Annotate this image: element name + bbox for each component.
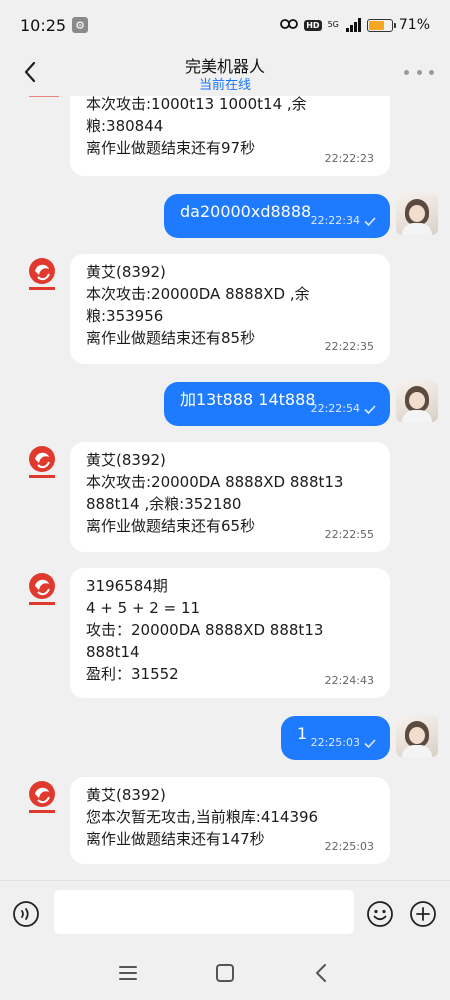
- emoji-button[interactable]: [366, 900, 394, 928]
- message-text: 888t14: [86, 643, 140, 661]
- message-text: 本次攻击:20000DA 8888XD ,余: [86, 285, 310, 303]
- message-bubble[interactable]: 黄艾(8392) 您本次暂无攻击,当前粮库:414396 离作业做题结束还有14…: [70, 777, 390, 864]
- signal-icon: [345, 18, 361, 32]
- message-bubble[interactable]: 黄艾(8392) 本次攻击:20000DA 8888XD ,余 粮:353956…: [70, 254, 390, 364]
- home-square-icon: [216, 964, 234, 982]
- message-input[interactable]: [54, 890, 354, 934]
- message-text: 粮:353956: [86, 307, 164, 325]
- message-text: 本次攻击:20000DA 8888XD 888t13: [86, 473, 344, 491]
- menu-button[interactable]: [115, 960, 141, 986]
- message-time: 22:22:35: [324, 340, 374, 353]
- message-text: 粮:380844: [86, 117, 164, 135]
- bot-avatar[interactable]: [26, 96, 62, 128]
- online-status: 当前在线: [198, 78, 251, 93]
- message-list[interactable]: 本次攻击:1000t13 1000t14 ,余 粮:380844 离作业做题结束…: [0, 96, 450, 880]
- network-type-label: 5G: [327, 20, 339, 29]
- user-avatar[interactable]: [396, 193, 438, 235]
- status-indicators: HD 5G 71%: [280, 16, 430, 34]
- system-nav-bar: [0, 946, 450, 1000]
- message-time: 22:22:34: [311, 210, 376, 232]
- message-time: 22:22:55: [324, 528, 374, 541]
- battery-percent: 71%: [398, 17, 430, 33]
- battery-icon: [366, 18, 396, 32]
- message-time: 22:22:23: [324, 152, 374, 165]
- message-bubble[interactable]: 黄艾(8392) 本次攻击:20000DA 8888XD 888t13 888t…: [70, 442, 390, 552]
- message-bubble[interactable]: 加13t888 14t888 22:22:54: [164, 382, 390, 426]
- check-icon: [364, 738, 376, 748]
- message-text: 攻击：20000DA 8888XD 888t13: [86, 621, 324, 639]
- message-time: 22:25:03: [311, 732, 376, 754]
- bot-avatar[interactable]: [24, 257, 60, 293]
- back-nav-button[interactable]: [308, 960, 334, 986]
- more-button[interactable]: [404, 58, 434, 86]
- voice-icon: [13, 901, 39, 927]
- more-dots-icon: [404, 69, 409, 75]
- message-text: 3196584期: [86, 577, 168, 595]
- voice-button[interactable]: [12, 900, 40, 928]
- link-icon: [280, 16, 299, 34]
- message-bubble[interactable]: 1 22:25:03: [281, 716, 390, 760]
- message-time: 22:22:54: [311, 398, 376, 420]
- home-button[interactable]: [212, 960, 238, 986]
- user-avatar[interactable]: [396, 715, 438, 757]
- settings-icon: ⚙: [72, 17, 89, 33]
- message-text: 888t14 ,余粮:352180: [86, 495, 242, 513]
- message-time: 22:24:43: [324, 674, 374, 687]
- bot-avatar[interactable]: [24, 572, 60, 608]
- user-avatar[interactable]: [396, 380, 438, 422]
- bot-avatar[interactable]: [24, 780, 60, 816]
- message-time: 22:25:03: [324, 840, 374, 853]
- back-triangle-icon: [316, 964, 326, 982]
- emoji-icon: [367, 901, 393, 927]
- input-bar: [0, 880, 450, 946]
- plus-icon: [410, 901, 436, 927]
- message-text: 您本次暂无攻击,当前粮库:414396: [86, 808, 319, 826]
- message-bubble[interactable]: da20000xd8888 22:22:34: [164, 194, 390, 238]
- hd-icon: HD: [304, 19, 322, 31]
- menu-icon: [119, 966, 137, 980]
- status-time: 10:25: [20, 15, 67, 35]
- plus-button[interactable]: [409, 900, 437, 928]
- message-text: 本次攻击:1000t13 1000t14 ,余: [86, 96, 307, 113]
- check-icon: [364, 216, 376, 226]
- message-bubble[interactable]: 3196584期 4 + 5 + 2 = 11 攻击：20000DA 8888X…: [70, 568, 390, 698]
- bot-avatar[interactable]: [24, 445, 60, 481]
- chat-header: 完美机器人 当前在线: [0, 50, 450, 96]
- message-text: 4 + 5 + 2 = 11: [86, 599, 201, 617]
- message-text: 黄艾(8392): [86, 786, 166, 804]
- check-icon: [364, 404, 376, 414]
- message-text: 黄艾(8392): [86, 451, 166, 469]
- status-bar: 10:25 ⚙ HD 5G 71%: [0, 0, 450, 50]
- message-bubble[interactable]: 本次攻击:1000t13 1000t14 ,余 粮:380844 离作业做题结束…: [70, 96, 390, 176]
- message-text: 黄艾(8392): [86, 263, 166, 281]
